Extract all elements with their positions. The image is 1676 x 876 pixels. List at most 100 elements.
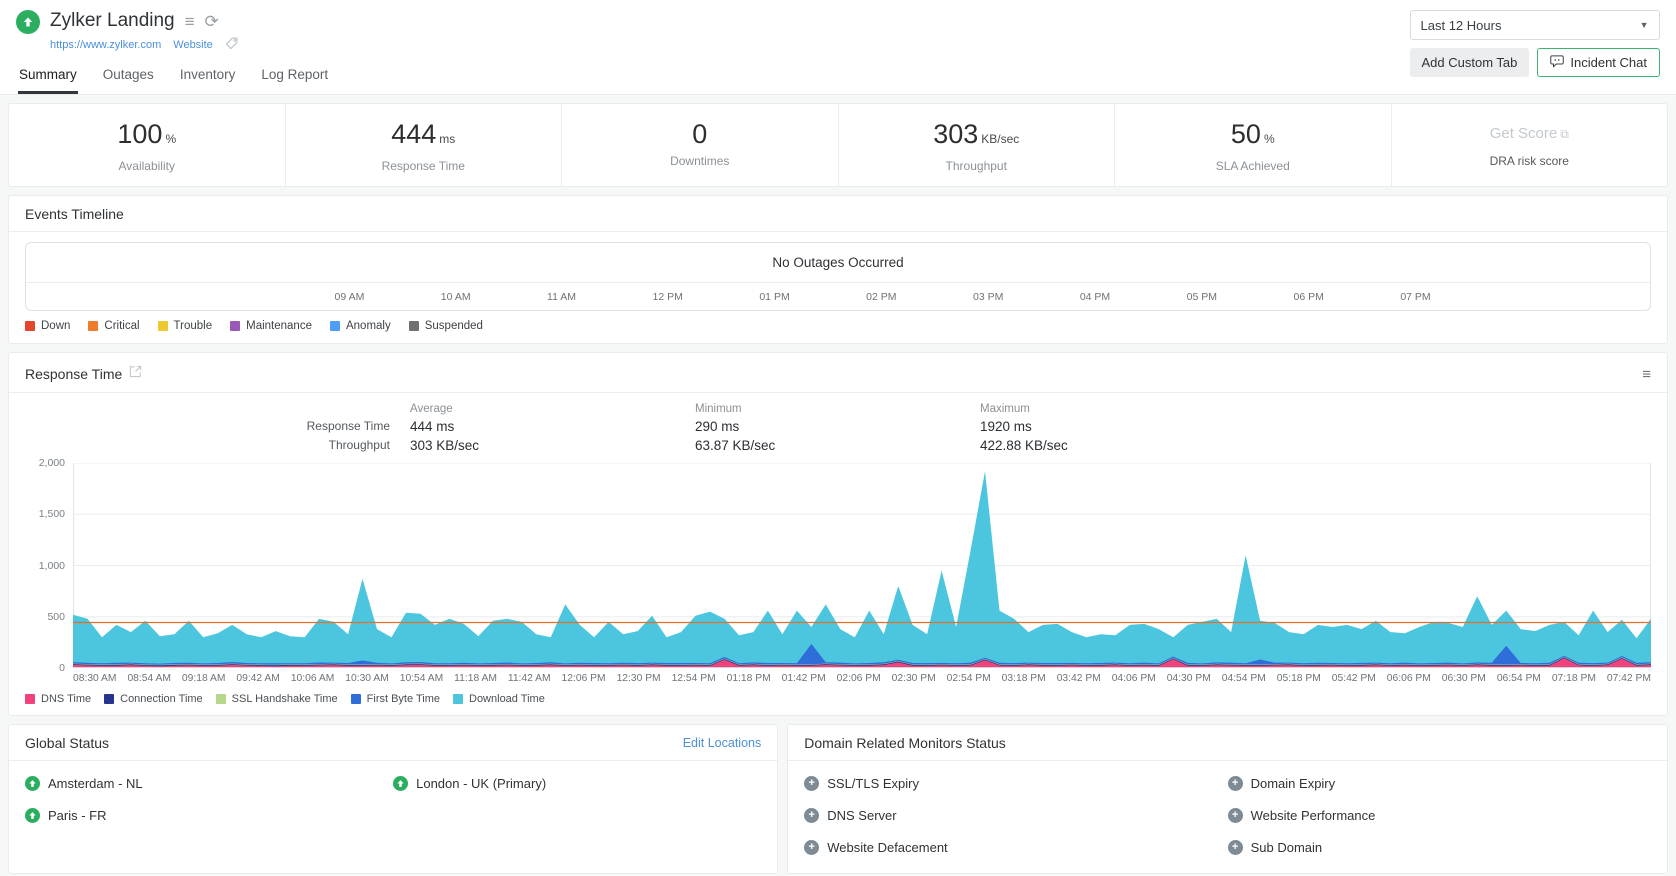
stat-downtimes: 0 Downtimes [562,104,839,186]
monitor-type-link[interactable]: Website [173,39,213,51]
monitor-header: Zylker Landing ≡ ⟳ https://www.zylker.co… [0,0,1676,95]
domain-monitor-item[interactable]: + Sub Domain [1228,840,1651,855]
domain-monitor-item[interactable]: +Website Performance [1228,808,1651,823]
add-monitor-plus-icon[interactable]: + [1228,776,1243,791]
legend-swatch [330,321,340,331]
timeline-hour-label: 01 PM [759,291,789,303]
legend-swatch [453,694,463,704]
chart-x-tick-label: 12:06 PM [562,673,606,684]
chart-y-tick-label: 0 [59,662,65,674]
add-monitor-plus-icon[interactable]: + [1228,808,1243,823]
legend-swatch [158,321,168,331]
domain-monitor-item[interactable]: + SSL/TLS Expiry [804,776,1227,791]
legend-label: DNS Time [41,693,91,705]
divider [788,760,1667,761]
location-item[interactable]: Amsterdam - NL [25,776,393,791]
timeline-hour-label: 02 PM [866,291,896,303]
global-status-title: Global Status [25,735,109,751]
domain-monitor-item[interactable]: + Domain Expiry [1228,776,1651,791]
tab-summary[interactable]: Summary [18,67,78,94]
domain-monitor-name: Sub Domain [1251,840,1323,855]
rt-maximum: 1920 ms [980,419,1265,434]
monitor-menu-icon[interactable]: ≡ [185,13,195,30]
divider [9,392,1667,393]
response-time-chart[interactable]: 2,0001,5001,0005000 [25,463,1651,668]
incident-chat-button[interactable]: Incident Chat [1537,48,1660,77]
chart-legend-item[interactable]: First Byte Time [351,693,440,705]
stacked-area-chart[interactable] [73,463,1651,668]
legend-label: SSL Handshake Time [232,693,338,705]
no-outages-message: No Outages Occurred [26,243,1650,283]
chart-x-tick-label: 01:18 PM [727,673,771,684]
status-up-icon [25,776,40,791]
edit-locations-link[interactable]: Edit Locations [683,736,762,750]
availability-value: 100 [117,119,162,149]
domain-monitor-name: Domain Expiry [1251,776,1336,791]
downtimes-value: 0 [692,119,707,149]
timeline-hour-axis: 09 AM10 AM11 AM12 PM01 PM02 PM03 PM04 PM… [335,291,1431,303]
chart-x-tick-label: 04:54 PM [1222,673,1266,684]
tp-average: 303 KB/sec [410,438,695,453]
global-status-card: Global Status Edit Locations Amsterdam -… [8,724,778,874]
locations-grid: Amsterdam - NL London - UK (Primary) Paris… [25,776,761,823]
chart-x-tick-label: 08:30 AM [73,673,117,684]
col-maximum: Maximum [980,403,1265,415]
chart-menu-icon[interactable]: ≡ [1642,367,1651,382]
timeline-hour-label: 06 PM [1293,291,1323,303]
chart-y-tick-label: 500 [47,611,65,623]
monitor-status-up-icon [16,10,40,34]
legend-label: Maintenance [246,320,312,332]
chart-legend-item[interactable]: Connection Time [104,693,203,705]
col-average: Average [410,403,695,415]
events-legend-item: Down [25,320,70,332]
legend-label: Critical [104,320,139,332]
chart-x-tick-label: 03:42 PM [1057,673,1101,684]
tp-minimum: 63.87 KB/sec [695,438,980,453]
response-time-card: Response Time ≡ Average Minimum Maximum … [8,352,1668,716]
domain-monitor-name: SSL/TLS Expiry [827,776,919,791]
domain-monitor-name: Website Defacement [827,840,947,855]
events-timeline-strip: No Outages Occurred 09 AM10 AM11 AM12 PM… [25,242,1651,311]
refresh-icon[interactable]: ⟳ [205,13,219,30]
chart-legend-item[interactable]: SSL Handshake Time [216,693,338,705]
domain-monitors-grid: + SSL/TLS Expiry + Domain Expiry + DNS Server… [804,776,1651,855]
timeline-hour-label: 04 PM [1080,291,1110,303]
add-custom-tab-button[interactable]: Add Custom Tab [1410,48,1530,77]
add-monitor-plus-icon[interactable]: + [804,840,819,855]
time-range-value: Last 12 Hours [1421,18,1502,33]
add-monitor-plus-icon[interactable]: + [804,776,819,791]
time-range-select[interactable]: Last 12 Hours ▼ [1410,10,1660,40]
tab-inventory[interactable]: Inventory [179,67,237,94]
monitor-url-link[interactable]: https://www.zylker.com [50,39,161,51]
divider [9,231,1667,232]
response-time-title: Response Time [25,366,122,382]
expand-chart-icon[interactable] [129,365,142,383]
chart-x-tick-label: 05:18 PM [1277,673,1321,684]
legend-label: Connection Time [120,693,203,705]
location-name: London - UK (Primary) [416,776,546,791]
domain-monitor-item[interactable]: + Website Defacement [804,840,1227,855]
chart-legend-item[interactable]: Download Time [453,693,545,705]
events-legend-item: Critical [88,320,139,332]
get-score-link[interactable]: Get Score [1490,125,1558,142]
domain-monitor-item[interactable]: + DNS Server [804,808,1227,823]
legend-label: Down [41,320,70,332]
location-item[interactable]: London - UK (Primary) [393,776,761,791]
domain-monitors-title: Domain Related Monitors Status [804,735,1006,751]
tag-icon[interactable] [225,37,238,53]
chart-legend-item[interactable]: DNS Time [25,693,91,705]
response-time-value: 444 [391,119,436,149]
domain-monitor-name: DNS Server [827,808,896,823]
location-item[interactable]: Paris - FR [25,808,393,823]
timeline-hour-label: 03 PM [973,291,1003,303]
events-legend-item: Trouble [158,320,213,332]
stat-dra-risk: Get Score⧉ DRA risk score [1392,104,1668,186]
sla-value: 50 [1231,119,1261,149]
row-label-response-time: Response Time [25,419,410,434]
tab-outages[interactable]: Outages [102,67,155,94]
status-up-icon [393,776,408,791]
add-monitor-plus-icon[interactable]: + [1228,840,1243,855]
add-monitor-plus-icon[interactable]: + [804,808,819,823]
tab-log-report[interactable]: Log Report [260,67,329,94]
chart-x-tick-label: 10:06 AM [291,673,335,684]
